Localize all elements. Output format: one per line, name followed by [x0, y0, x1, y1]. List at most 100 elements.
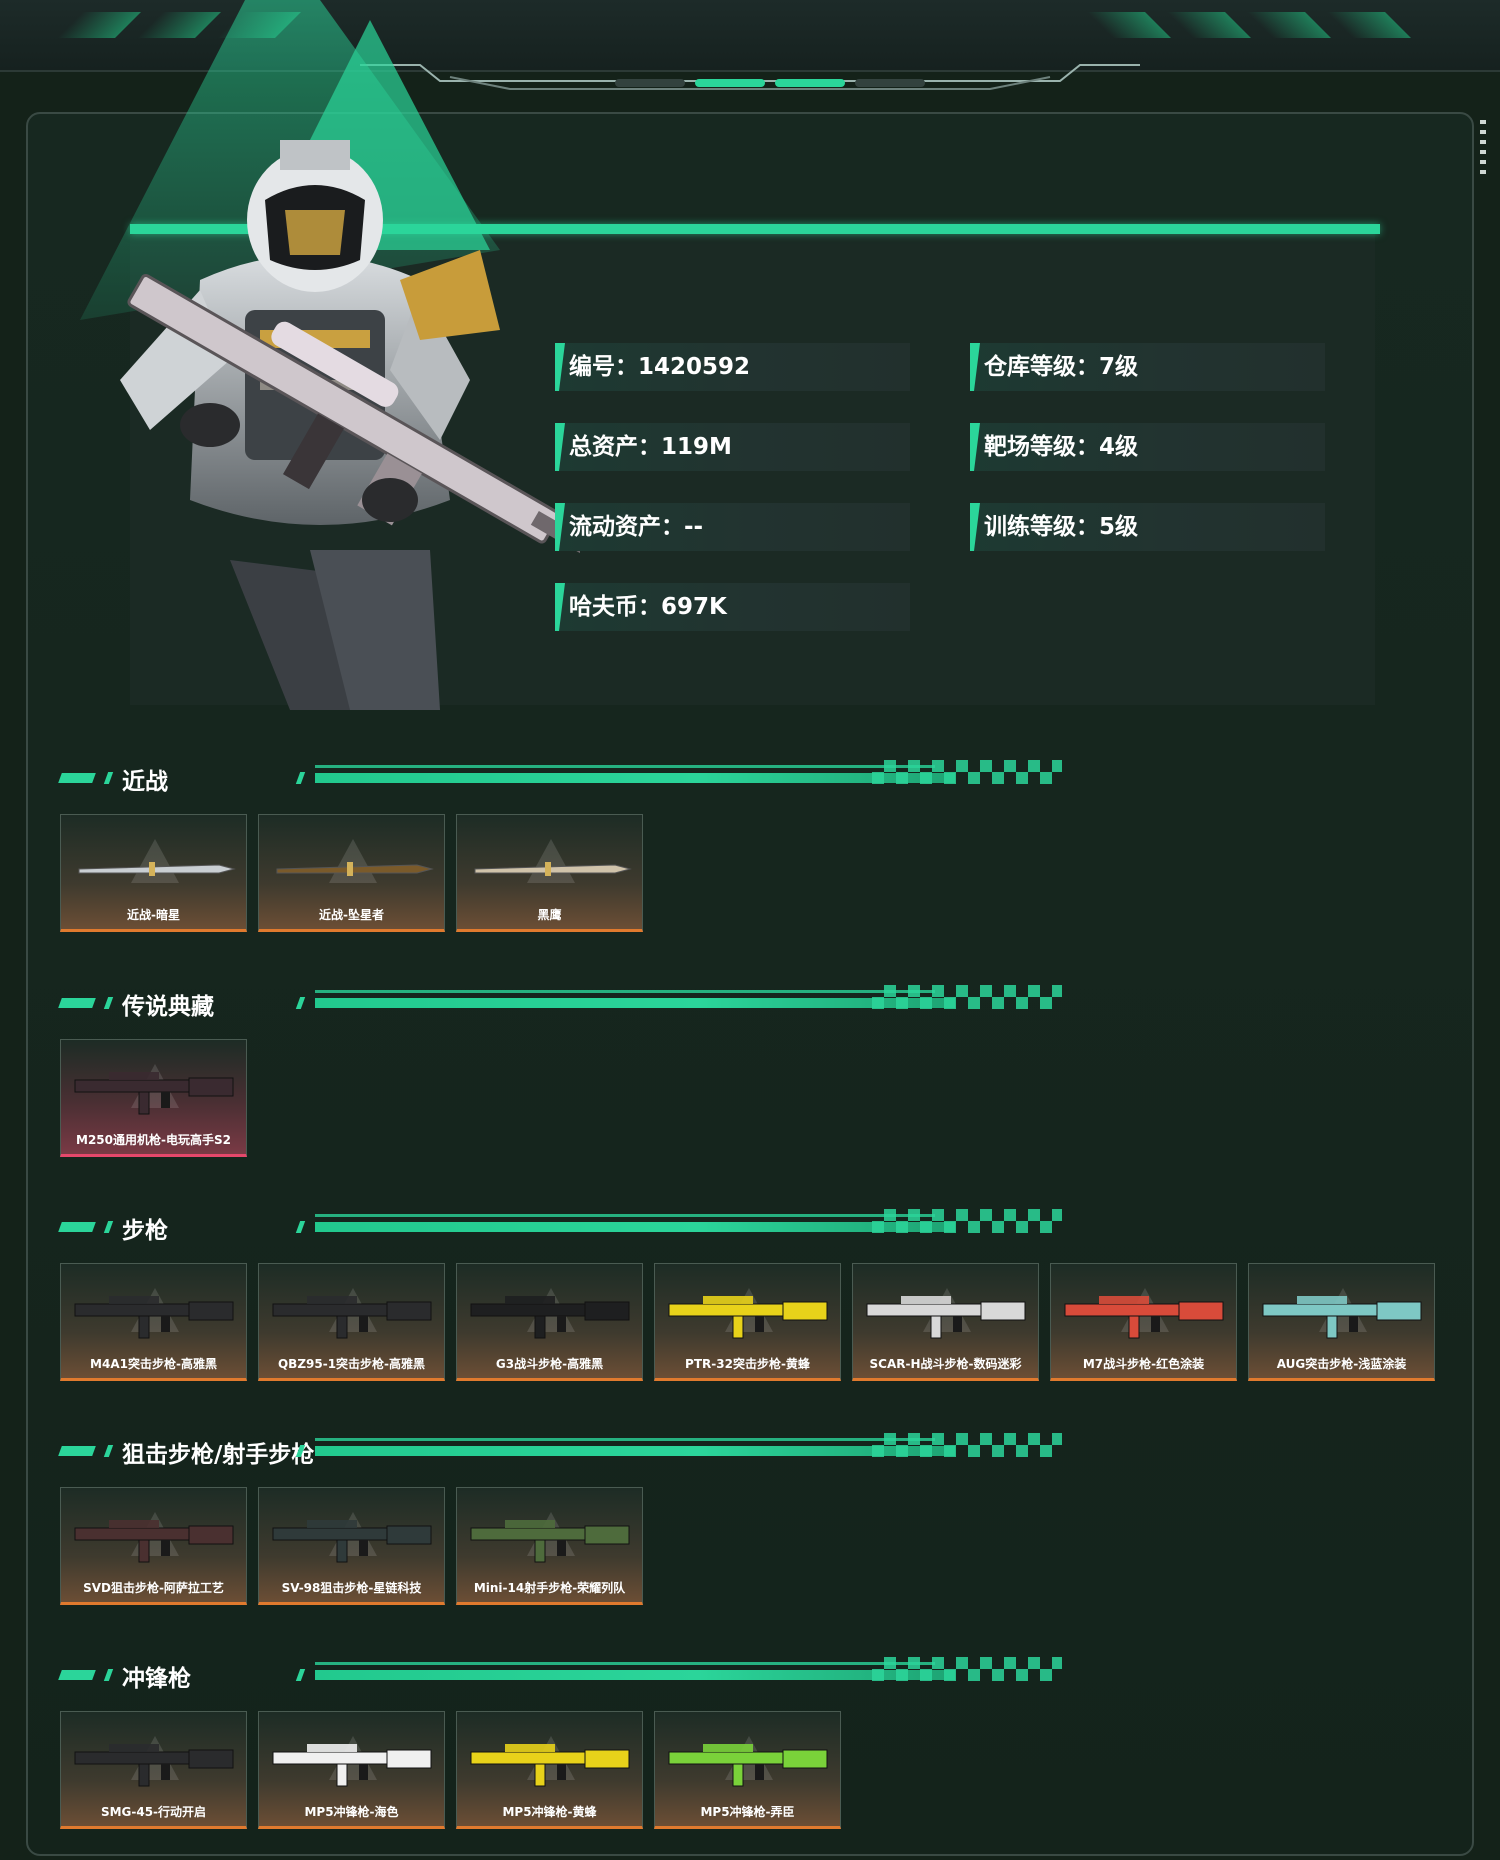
weapon-name: 黑鹰: [537, 908, 562, 922]
section-title: 传说典藏: [122, 994, 214, 1020]
weapon-card[interactable]: PTR-32突击步枪-黄蜂: [654, 1263, 841, 1381]
weapon-card[interactable]: SVD狙击步枪-阿萨拉工艺: [60, 1487, 247, 1605]
knife-icon: [474, 862, 632, 876]
section-marker: [295, 772, 306, 784]
weapon-name: SMG-45-行动开启: [100, 1805, 207, 1819]
section-marker: [295, 997, 306, 1009]
knife-icon: [276, 862, 434, 876]
weapon-card[interactable]: 近战-暗星: [60, 814, 247, 932]
section-marker: [58, 998, 96, 1008]
weapon-name: PTR-32突击步枪-黄蜂: [685, 1357, 810, 1371]
weapon-card[interactable]: Mini-14射手步枪-荣耀列队: [456, 1487, 643, 1605]
stat-tag: [970, 423, 980, 471]
section-divider: [315, 1222, 955, 1232]
knife-icon: [78, 862, 236, 876]
section-marker: [103, 1445, 114, 1457]
stat-liquid-assets: 流动资产：--: [555, 503, 910, 551]
rifle-icon: [1262, 1296, 1422, 1339]
section-divider: [315, 1662, 935, 1665]
stat-training-level: 训练等级：5级: [970, 503, 1325, 551]
rifle-icon: [1064, 1296, 1224, 1339]
weapon-name: SVD狙击步枪-阿萨拉工艺: [83, 1581, 224, 1595]
weapon-card[interactable]: AUG突击步枪-浅蓝涂装: [1248, 1263, 1435, 1381]
weapon-name: 近战-坠星者: [319, 908, 384, 922]
scroll-indicator[interactable]: [1480, 120, 1486, 180]
section-checker: [872, 1433, 1062, 1457]
header-stripe: [1167, 12, 1251, 38]
section-header: 步枪: [58, 1209, 1062, 1244]
section-title: 近战: [122, 769, 168, 795]
stat-label: 仓库等级：7级: [984, 354, 1139, 380]
weapon-name: MP5冲锋枪-黄蜂: [502, 1805, 597, 1819]
section-divider: [315, 998, 955, 1008]
stat-tag: [555, 503, 565, 551]
section-divider: [315, 990, 935, 993]
weapon-card[interactable]: MP5冲锋枪-黄蜂: [456, 1711, 643, 1829]
stat-tag: [970, 343, 980, 391]
rifle-icon: [272, 1744, 432, 1787]
section-divider: [315, 1446, 955, 1456]
weapon-name: QBZ95-1突击步枪-高雅黑: [277, 1357, 426, 1371]
stat-label: 训练等级：5级: [984, 514, 1139, 540]
section-title: 狙击步枪/射手步枪: [122, 1442, 315, 1468]
weapon-name: SV-98狙击步枪-星链科技: [281, 1581, 422, 1595]
stat-id: 编号：1420592: [555, 343, 910, 391]
weapon-name: MP5冲锋枪-弄臣: [700, 1805, 795, 1819]
section-header: 狙击步枪/射手步枪: [58, 1433, 1062, 1468]
weapon-card[interactable]: QBZ95-1突击步枪-高雅黑: [258, 1263, 445, 1381]
section-divider: [315, 1670, 955, 1680]
rifle-icon: [470, 1744, 630, 1787]
weapon-card[interactable]: M250通用机枪-电玩高手S2: [60, 1039, 247, 1157]
weapon-name: SCAR-H战斗步枪-数码迷彩: [869, 1357, 1022, 1371]
rifle-icon: [668, 1744, 828, 1787]
rifle-icon: [272, 1520, 432, 1563]
section-marker: [103, 1669, 114, 1681]
section-header: 传说典藏: [58, 985, 1062, 1020]
section-marker: [58, 773, 96, 783]
header-stripe: [1247, 12, 1331, 38]
weapon-name: G3战斗步枪-高雅黑: [495, 1357, 604, 1371]
stat-label: 靶场等级：4级: [984, 434, 1139, 460]
header-stripe: [1327, 12, 1411, 38]
operator-avatar: [120, 140, 580, 710]
stat-label: 编号：1420592: [569, 354, 751, 380]
section-marker: [103, 772, 114, 784]
section-header: 近战: [58, 760, 1062, 795]
section-marker: [103, 1221, 114, 1233]
section-divider: [315, 765, 935, 768]
weapon-card[interactable]: G3战斗步枪-高雅黑: [456, 1263, 643, 1381]
rifle-icon: [74, 1296, 234, 1339]
weapon-name: M250通用机枪-电玩高手S2: [76, 1133, 231, 1147]
section-marker: [103, 997, 114, 1009]
weapon-name: AUG突击步枪-浅蓝涂装: [1276, 1357, 1407, 1371]
section-divider: [315, 773, 955, 783]
section-marker: [295, 1669, 306, 1681]
rifle-icon: [272, 1296, 432, 1339]
weapon-card[interactable]: M4A1突击步枪-高雅黑: [60, 1263, 247, 1381]
stat-tag: [970, 503, 980, 551]
section-header: 冲锋枪: [58, 1657, 1062, 1692]
weapon-card[interactable]: SV-98狙击步枪-星链科技: [258, 1487, 445, 1605]
weapon-card[interactable]: MP5冲锋枪-海色: [258, 1711, 445, 1829]
rifle-icon: [74, 1744, 234, 1787]
rifle-icon: [74, 1520, 234, 1563]
stat-label: 流动资产：--: [569, 514, 704, 540]
weapon-name: 近战-暗星: [127, 908, 180, 922]
weapon-card[interactable]: SMG-45-行动开启: [60, 1711, 247, 1829]
stat-total-assets: 总资产：119M: [555, 423, 910, 471]
stat-havc-coins: 哈夫币：697K: [555, 583, 910, 631]
weapon-card[interactable]: MP5冲锋枪-弄臣: [654, 1711, 841, 1829]
stat-warehouse-level: 仓库等级：7级: [970, 343, 1325, 391]
rifle-icon: [74, 1072, 234, 1115]
section-checker: [872, 985, 1062, 1009]
weapon-card[interactable]: SCAR-H战斗步枪-数码迷彩: [852, 1263, 1039, 1381]
weapon-card[interactable]: 黑鹰: [456, 814, 643, 932]
rifle-icon: [668, 1296, 828, 1339]
rifle-icon: [866, 1296, 1026, 1339]
section-checker: [872, 1657, 1062, 1681]
rifle-icon: [470, 1296, 630, 1339]
weapon-card[interactable]: M7战斗步枪-红色涂装: [1050, 1263, 1237, 1381]
section-title: 冲锋枪: [122, 1666, 191, 1692]
rifle-icon: [470, 1520, 630, 1563]
weapon-card[interactable]: 近战-坠星者: [258, 814, 445, 932]
